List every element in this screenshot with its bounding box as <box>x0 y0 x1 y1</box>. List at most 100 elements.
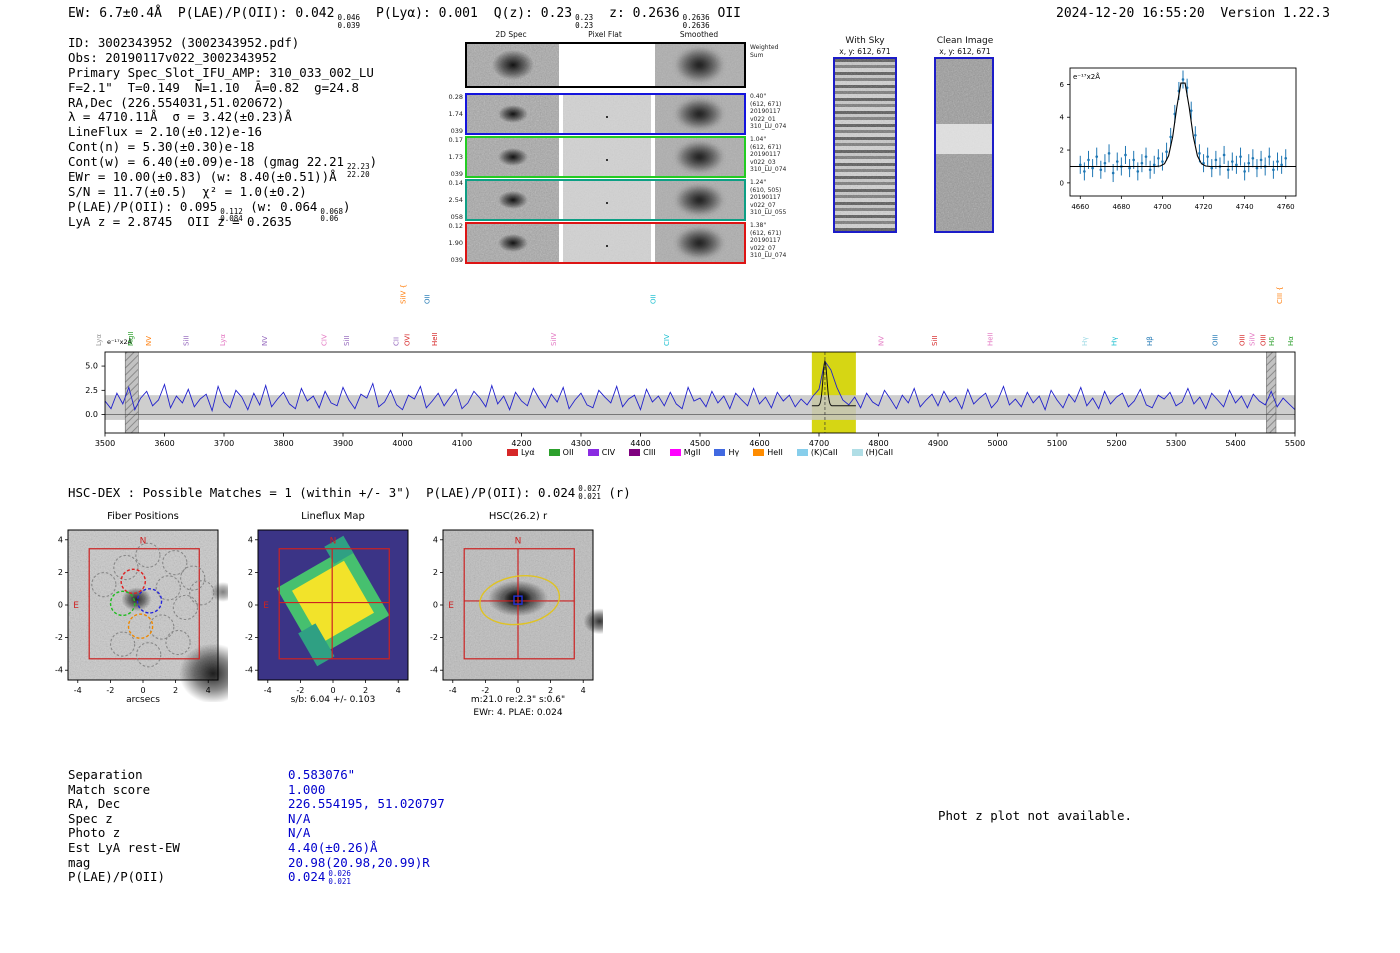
svg-text:-4: -4 <box>264 686 272 695</box>
lineflux-map-panel: -4 -4 -2 -2 0 0 2 2 4 4 N E <box>245 529 409 695</box>
svg-text:4: 4 <box>396 686 401 695</box>
summary-header: EW: 6.7±0.4Å P(LAE)/P(OII): 0.042 0.046 0.… <box>68 6 741 29</box>
legend-swatch <box>506 449 518 456</box>
hsc-dex-line: HSC-DEX : Possible Matches = 1 (within +… <box>68 484 631 501</box>
legend-swatch <box>851 449 863 456</box>
svg-text:5100: 5100 <box>1047 439 1067 448</box>
match-table-value: 0.583076" <box>288 767 356 782</box>
with-sky-title: With Sky <box>845 36 885 46</box>
cutout-2dspec-image <box>467 181 559 219</box>
match-table-label: Est LyA rest-EW <box>68 839 180 855</box>
plae-sup-sub: 0.046 0.039 <box>337 13 361 30</box>
legend-swatch <box>548 449 560 456</box>
cutout-2dspec-image <box>467 224 559 262</box>
plya-value: P(Lyα): 0.001 <box>376 6 478 21</box>
emission-blob <box>498 104 528 124</box>
cutout-row-fiber2 <box>465 136 746 178</box>
svg-text:4400: 4400 <box>630 439 650 448</box>
cutout-row-weighted <box>465 42 746 88</box>
legend-label: (H)CaII <box>865 448 894 457</box>
svg-text:E: E <box>263 601 269 611</box>
lineflux-caption: s/b: 6.04 +/- 0.103 <box>290 695 376 705</box>
cutout-2dspec-image <box>467 95 559 133</box>
svg-text:-2: -2 <box>296 686 304 695</box>
catalog-match-table: Separation 0.583076" Match score 1.000 RA, D… <box>68 767 445 885</box>
fiber4-labels: 1.38" (612, 671) 20190117 v022_07 310_LU_074 <box>750 222 787 260</box>
svg-text:2: 2 <box>433 568 438 577</box>
svg-text:3900: 3900 <box>333 439 353 448</box>
info-line-obs: Obs: 20190117v022_3002343952 <box>68 49 277 65</box>
svg-text:SiIV: SiIV <box>1249 333 1257 346</box>
svg-text:5.0: 5.0 <box>85 362 98 371</box>
svg-text:e⁻¹⁷x2Å: e⁻¹⁷x2Å <box>1073 72 1100 81</box>
emission-blob <box>491 49 535 81</box>
legend-label: HeII <box>767 448 783 457</box>
svg-text:OIII: OIII <box>1259 334 1267 346</box>
svg-text:HeII: HeII <box>431 332 439 346</box>
match-table-value: 1.000 <box>288 781 326 797</box>
match-table-value: N/A <box>288 825 311 841</box>
svg-text:SiII: SiII <box>931 335 939 346</box>
svg-text:SiII: SiII <box>343 335 351 346</box>
legend-item: (H)CaII <box>851 448 894 457</box>
z-sup-sub: 0.2636 0.2636 <box>682 13 710 30</box>
match-table-value: N/A <box>288 810 311 826</box>
hsc-plae-sup-sub: 0.027 0.021 <box>578 484 601 501</box>
legend-label: MgII <box>683 448 701 457</box>
match-table-row: P(LAE)/P(OII) 0.024 0.026 0.021 <box>68 870 445 885</box>
svg-text:0: 0 <box>1060 179 1064 187</box>
svg-text:-2: -2 <box>106 686 114 695</box>
svg-text:-4: -4 <box>430 666 438 675</box>
svg-text:5200: 5200 <box>1106 439 1126 448</box>
elixer-report-page: EW: 6.7±0.4Å P(LAE)/P(OII): 0.042 0.046 0.… <box>0 0 1400 953</box>
svg-text:4720: 4720 <box>1195 203 1213 211</box>
svg-text:Hγ: Hγ <box>1081 337 1089 346</box>
svg-text:4200: 4200 <box>511 439 531 448</box>
info-line-seeing: F=2.1" T=0.149 N̄=1.10 Ā=0.82 g=24.8 <box>68 79 359 95</box>
legend-swatch <box>753 449 765 456</box>
with-sky-image <box>833 57 897 233</box>
full-spectrum-plot: 3500 3600 3700 3800 3900 4000 4100 4200 4300 4400… <box>85 284 1305 448</box>
emission-blob <box>498 147 528 167</box>
hsc-caption-2: EWr: 4. PLAE: 0.024 <box>473 708 563 718</box>
cutout-smoothed-image <box>655 138 744 176</box>
match-table-row: Spec z N/A <box>68 810 445 827</box>
cutout-pixelflat-image <box>563 95 651 133</box>
legend-item: MgII <box>669 448 701 457</box>
legend-swatch <box>669 449 681 456</box>
match-table-row: Photo z N/A <box>68 826 445 841</box>
svg-text:2: 2 <box>1060 147 1064 155</box>
svg-text:0: 0 <box>515 686 520 695</box>
svg-text:4: 4 <box>58 535 63 544</box>
cutout-smoothed-image <box>655 181 744 219</box>
cutout-pixelflat-image <box>563 224 651 262</box>
svg-text:0: 0 <box>330 686 335 695</box>
info-line-lambda: λ = 4710.11Å σ = 3.42(±0.23)Å <box>68 109 292 125</box>
svg-text:3700: 3700 <box>214 439 234 448</box>
svg-text:4500: 4500 <box>690 439 710 448</box>
svg-text:CIII {: CIII { <box>1276 286 1284 304</box>
fiber4-weights: 0.12 1.90 039 <box>448 222 463 264</box>
cutout-pixelflat-image <box>563 138 651 176</box>
cutout-pixelflat-image <box>563 181 651 219</box>
emission-blob <box>498 190 528 210</box>
svg-text:4900: 4900 <box>928 439 948 448</box>
cutout-pixelflat-empty <box>563 44 651 86</box>
match-table-value: 0.024 <box>288 869 326 885</box>
emission-blob <box>674 141 725 173</box>
svg-text:4660: 4660 <box>1071 203 1089 211</box>
svg-text:N: N <box>140 537 147 547</box>
svg-text:-2: -2 <box>245 633 253 642</box>
svg-text:Hδ: Hδ <box>1268 336 1276 346</box>
svg-text:4800: 4800 <box>868 439 888 448</box>
fiber1-weights: 0.28 1.74 039 <box>448 93 463 135</box>
svg-text:0: 0 <box>140 686 145 695</box>
info-line-ewr: EWr = 10.00(±0.83) (w: 8.40(±0.51))Å <box>68 169 337 185</box>
clean-image <box>934 57 994 233</box>
bad-pixel-dot <box>606 158 609 161</box>
svg-text:-4: -4 <box>245 666 253 675</box>
svg-text:NV: NV <box>145 336 153 346</box>
svg-text:4: 4 <box>581 686 586 695</box>
legend-item: CIV <box>587 448 615 457</box>
legend-label: OII <box>562 448 574 457</box>
